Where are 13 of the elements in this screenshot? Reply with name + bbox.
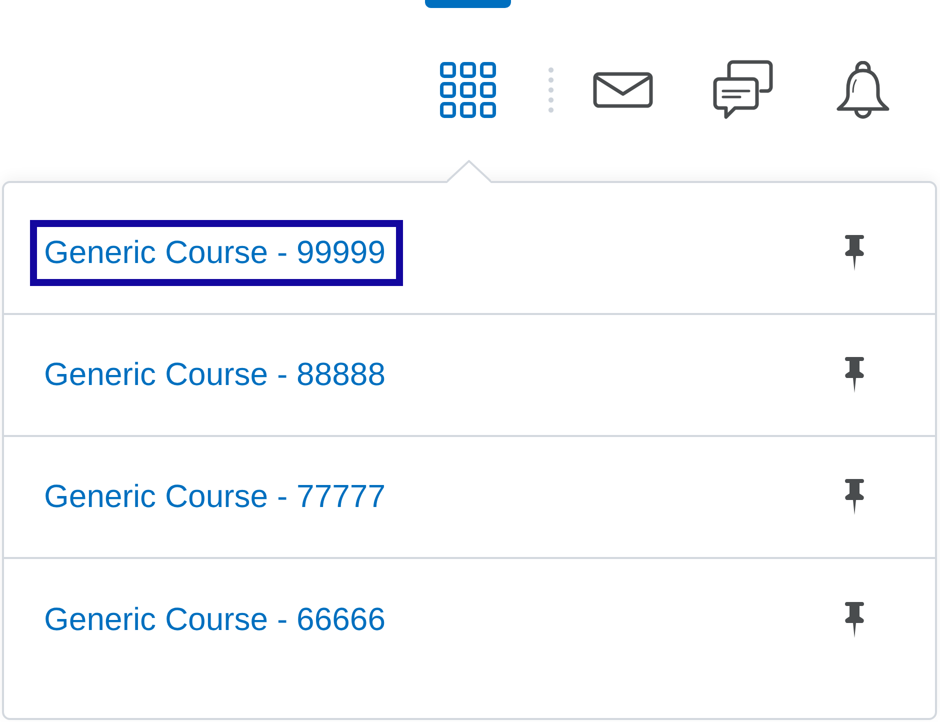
chat-bubbles-icon[interactable] (713, 60, 773, 120)
notification-bell-icon[interactable] (836, 61, 890, 119)
pin-icon[interactable] (844, 357, 865, 393)
course-link[interactable]: Generic Course - 66666 (30, 587, 403, 653)
dotted-divider (548, 67, 554, 113)
pin-icon[interactable] (844, 479, 865, 515)
course-link[interactable]: Generic Course - 99999 (30, 220, 403, 286)
pin-icon[interactable] (844, 235, 865, 271)
pin-icon[interactable] (844, 602, 865, 638)
course-link[interactable]: Generic Course - 77777 (30, 464, 403, 530)
envelope-icon[interactable] (593, 72, 653, 108)
grid-icon[interactable] (440, 62, 496, 118)
course-link[interactable]: Generic Course - 88888 (30, 342, 403, 408)
